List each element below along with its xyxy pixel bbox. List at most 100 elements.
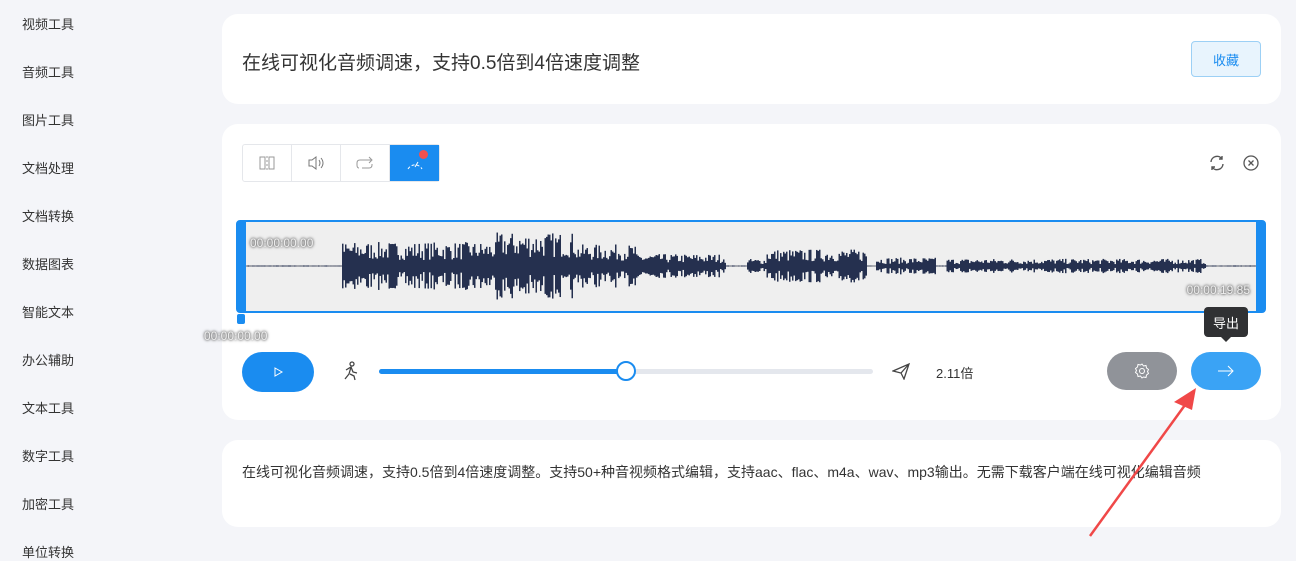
waveform-bar bbox=[1095, 261, 1097, 271]
waveform-bar bbox=[600, 252, 602, 279]
waveform-bar bbox=[935, 258, 937, 274]
waveform-bar bbox=[294, 265, 296, 266]
waveform-bar bbox=[759, 261, 761, 271]
waveform-bar bbox=[539, 252, 541, 281]
waveform-bar bbox=[645, 259, 647, 274]
waveform-bar bbox=[831, 256, 833, 277]
waveform-bar bbox=[926, 260, 928, 273]
sidebar-item[interactable]: 文档转换 bbox=[22, 206, 74, 225]
waveform-bar bbox=[414, 244, 416, 288]
waveform-bar bbox=[1199, 260, 1201, 272]
sidebar-item[interactable]: 单位转换 bbox=[22, 542, 74, 561]
waveform-bar bbox=[666, 260, 668, 272]
sidebar-item[interactable]: 文本工具 bbox=[22, 398, 74, 417]
waveform-bar bbox=[485, 249, 487, 283]
waveform-bar bbox=[815, 258, 817, 273]
waveform-bar bbox=[1070, 263, 1072, 270]
waveform-bar bbox=[590, 254, 592, 278]
waveform-bar bbox=[411, 248, 413, 285]
waveform-region[interactable]: 00:00:00.00 00:00:19.85 bbox=[236, 220, 1266, 313]
waveform-bar bbox=[887, 259, 889, 274]
waveform-bar bbox=[609, 256, 611, 276]
speed-slider-handle[interactable] bbox=[616, 361, 636, 381]
waveform-bar bbox=[956, 263, 958, 269]
waveform-bar bbox=[692, 259, 694, 273]
waveform-bar bbox=[965, 260, 967, 273]
sidebar-item[interactable]: 音频工具 bbox=[22, 62, 74, 81]
waveform-bar bbox=[354, 243, 356, 289]
waveform-bar bbox=[888, 258, 890, 273]
loop-tool-button[interactable] bbox=[341, 145, 390, 181]
waveform-bar bbox=[618, 254, 620, 278]
waveform-bar bbox=[377, 259, 379, 274]
waveform-bar bbox=[564, 256, 566, 277]
waveform-bar bbox=[657, 255, 659, 276]
waveform-bar bbox=[482, 250, 484, 282]
waveform-bar bbox=[795, 251, 797, 281]
waveform-bar bbox=[915, 259, 917, 273]
waveform-bar bbox=[1002, 261, 1004, 271]
close-icon[interactable] bbox=[1242, 154, 1260, 172]
waveform-bar bbox=[771, 254, 773, 278]
split-tool-button[interactable] bbox=[243, 145, 292, 181]
speed-tool-button[interactable] bbox=[390, 145, 439, 181]
waveform-bar bbox=[603, 257, 605, 275]
waveform-bar bbox=[911, 259, 913, 273]
waveform-bar bbox=[597, 258, 599, 274]
waveform-bar bbox=[651, 257, 653, 275]
waveform-bar bbox=[1092, 260, 1094, 272]
waveform-bar bbox=[332, 266, 334, 267]
waveform-bar bbox=[791, 255, 793, 276]
favorite-button[interactable]: 收藏 bbox=[1191, 41, 1261, 77]
waveform-bar bbox=[1100, 264, 1102, 268]
waveform-bar bbox=[774, 252, 776, 281]
waveform-bar bbox=[339, 266, 341, 267]
waveform-bar bbox=[656, 255, 658, 277]
volume-tool-button[interactable] bbox=[292, 145, 341, 181]
sidebar-item[interactable]: 文档处理 bbox=[22, 158, 74, 177]
waveform-bar bbox=[978, 261, 980, 270]
waveform-bar bbox=[1050, 262, 1052, 271]
waveform-bar bbox=[854, 250, 856, 283]
waveform-bar bbox=[1166, 260, 1168, 273]
waveform-bar bbox=[687, 257, 689, 274]
settings-button[interactable] bbox=[1107, 352, 1177, 390]
waveform-bar bbox=[455, 243, 457, 288]
waveform-bar bbox=[416, 256, 418, 276]
playhead-handle[interactable] bbox=[237, 314, 245, 324]
sidebar-item[interactable]: 加密工具 bbox=[22, 494, 74, 513]
waveform-bar bbox=[756, 260, 758, 271]
waveform-bar bbox=[552, 233, 554, 298]
waveform-bar bbox=[806, 260, 808, 272]
export-button[interactable] bbox=[1191, 352, 1261, 390]
refresh-icon[interactable] bbox=[1208, 154, 1226, 172]
waveform-bar bbox=[981, 262, 983, 271]
sidebar-item[interactable]: 办公辅助 bbox=[22, 350, 74, 369]
waveform-bar bbox=[1229, 266, 1231, 267]
waveform-bar bbox=[837, 261, 839, 272]
sidebar-item[interactable]: 智能文本 bbox=[22, 302, 74, 321]
waveform-bar bbox=[1250, 265, 1252, 266]
waveform-bar bbox=[800, 250, 802, 281]
waveform-bar bbox=[1130, 263, 1132, 269]
sidebar-item[interactable]: 视频工具 bbox=[22, 14, 74, 33]
sidebar-item[interactable]: 数据图表 bbox=[22, 254, 74, 273]
speed-slider[interactable] bbox=[379, 369, 873, 374]
waveform-bar bbox=[311, 266, 313, 267]
waveform-bar bbox=[797, 252, 799, 280]
waveform-bar bbox=[263, 266, 265, 267]
waveform-bar bbox=[624, 254, 626, 278]
waveform-bar bbox=[1023, 262, 1025, 271]
play-button[interactable] bbox=[242, 352, 314, 392]
waveform-bar bbox=[380, 256, 382, 276]
waveform-bar bbox=[510, 238, 512, 294]
waveform-bar bbox=[668, 262, 670, 269]
waveform-bar bbox=[365, 253, 367, 279]
waveform-bar bbox=[629, 246, 631, 287]
sidebar-item[interactable]: 数字工具 bbox=[22, 446, 74, 465]
waveform-bar bbox=[1016, 262, 1018, 269]
waveform-bar bbox=[708, 255, 710, 277]
waveform-bar bbox=[291, 266, 293, 267]
sidebar-item[interactable]: 图片工具 bbox=[22, 110, 74, 129]
waveform-bar bbox=[594, 248, 596, 285]
